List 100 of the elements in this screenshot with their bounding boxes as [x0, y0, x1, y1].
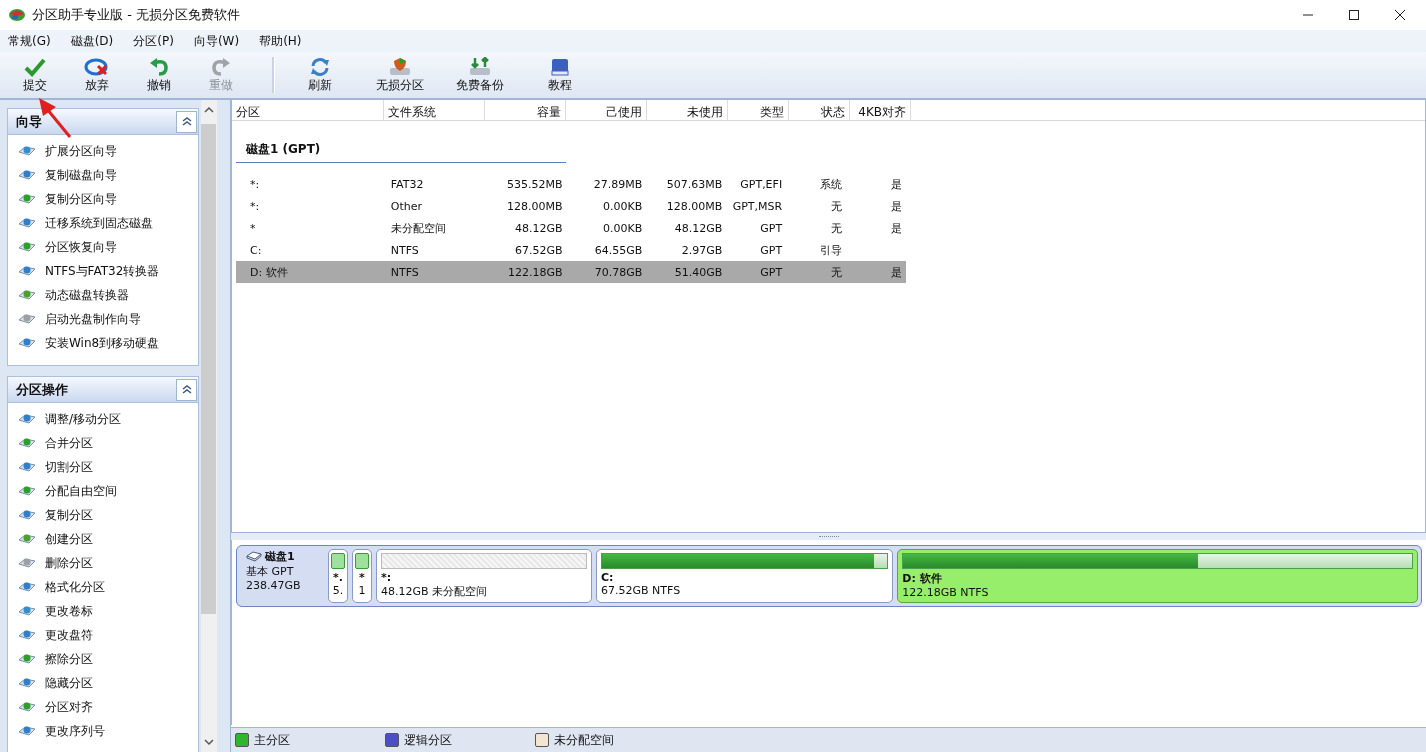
toolbar-button[interactable]: 刷新 [289, 54, 351, 96]
book-icon [549, 56, 571, 77]
menu-item[interactable]: 向导(W) [193, 32, 240, 50]
sidebar-item[interactable]: 动态磁盘转换器 [18, 283, 198, 307]
menu-item[interactable]: 常规(G) [8, 32, 51, 50]
drive-icon [18, 216, 36, 230]
drive-icon [18, 556, 36, 570]
chevron-icon [181, 385, 192, 394]
discard-icon [84, 56, 110, 77]
drive-icon [18, 532, 36, 546]
legend-label: 主分区 [254, 731, 290, 749]
drive-icon [18, 628, 36, 642]
toolbar-button[interactable]: 提交 [10, 54, 60, 96]
sidebar-item[interactable]: 迁移系统到固态磁盘 [18, 211, 198, 235]
sidebar-item[interactable]: 隐藏分区 [18, 671, 198, 695]
partition-detail: 122.18GB NTFS [902, 586, 990, 599]
partition-name: *: [381, 571, 393, 584]
toolbar-button[interactable]: 免费备份 [449, 54, 511, 96]
sidebar-item[interactable]: 安装Win8到移动硬盘 [18, 331, 198, 355]
partition-name: *. [333, 571, 343, 584]
scrollbar[interactable] [201, 100, 217, 752]
column-header[interactable]: 容量 [485, 100, 566, 120]
sidebar-item[interactable]: 切割分区 [18, 455, 198, 479]
sidebar-item[interactable]: 更改序列号 [18, 719, 198, 743]
partition-block[interactable]: * 1 [352, 549, 372, 603]
sidebar-item[interactable]: 分区对齐 [18, 695, 198, 719]
partition-name: C: [601, 571, 615, 584]
close-icon[interactable] [1394, 9, 1406, 21]
collapse-button[interactable] [176, 378, 197, 401]
disk-info[interactable]: 磁盘1 基本 GPT 238.47GB [240, 549, 324, 603]
scroll-thumb[interactable] [201, 124, 216, 614]
legend-label: 未分配空间 [554, 731, 614, 749]
drive-icon [18, 580, 36, 594]
sidebar-item[interactable]: 调整/移动分区 [18, 407, 198, 431]
sidebar-item[interactable]: 格式化分区 [18, 575, 198, 599]
usage-bar [355, 553, 369, 569]
toolbar-button[interactable]: 无损分区 [369, 54, 431, 96]
drive-icon [18, 460, 36, 474]
partition-block[interactable]: D: 软件 122.18GB NTFS [897, 549, 1418, 603]
window-title: 分区助手专业版 - 无损分区免费软件 [32, 6, 240, 24]
toolbar-button[interactable]: 撤销 [134, 54, 184, 96]
column-header[interactable]: 状态 [789, 100, 850, 120]
drive-icon [18, 240, 36, 254]
table-row[interactable]: D: 软件 NTFS 122.18GB 70.78GB 51.40GB GPT 无 是 [236, 261, 906, 283]
disk-group-title: 磁盘1 (GPT) [236, 141, 566, 163]
sidebar-item[interactable]: 复制分区向导 [18, 187, 198, 211]
table-row[interactable]: C: NTFS 67.52GB 64.55GB 2.97GB GPT 引导 [236, 239, 906, 261]
redo-icon [210, 56, 232, 77]
drive-icon [18, 288, 36, 302]
sidebar-item[interactable]: 合并分区 [18, 431, 198, 455]
sidebar-item[interactable]: 扩展分区向导 [18, 139, 198, 163]
sidebar-item[interactable]: 擦除分区 [18, 647, 198, 671]
menu-item[interactable]: 分区(P) [133, 32, 174, 50]
drive-icon [18, 436, 36, 450]
column-header[interactable]: 文件系统 [384, 100, 485, 120]
scroll-up-icon[interactable] [204, 106, 214, 114]
drive-icon [18, 508, 36, 522]
drive-icon [18, 144, 36, 158]
partition-block[interactable]: *. 5. [328, 549, 348, 603]
menu-item[interactable]: 磁盘(D) [70, 32, 114, 50]
app-logo-icon [8, 8, 26, 22]
disk-type: 基本 GPT [246, 564, 295, 579]
partition-name: D: 软件 [902, 571, 943, 586]
partition-detail: 1 [358, 584, 366, 597]
toolbar-button[interactable]: 教程 [529, 54, 591, 96]
partition-block[interactable]: C: 67.52GB NTFS [596, 549, 894, 603]
column-header[interactable]: 分区 [232, 100, 384, 120]
table-row[interactable]: * 未分配空间 48.12GB 0.00KB 48.12GB GPT 无 是 [236, 217, 906, 239]
sidebar-item[interactable]: NTFS与FAT32转换器 [18, 259, 198, 283]
table-row[interactable]: *: FAT32 535.52MB 27.89MB 507.63MB GPT,EFI 系统 是 [236, 173, 906, 195]
usage-bar [331, 553, 345, 569]
drive-icon [18, 484, 36, 498]
column-header[interactable]: 己使用 [566, 100, 647, 120]
checkmark-icon [24, 56, 46, 77]
table-row[interactable]: *: Other 128.00MB 0.00KB 128.00MB GPT,MSR 无 是 [236, 195, 906, 217]
column-header[interactable]: 4KB对齐 [850, 100, 911, 120]
column-header[interactable]: 未使用 [647, 100, 728, 120]
sidebar-item[interactable]: 删除分区 [18, 551, 198, 575]
column-header[interactable]: 类型 [728, 100, 789, 120]
scroll-down-icon[interactable] [204, 738, 214, 746]
sidebar-item[interactable]: 创建分区 [18, 527, 198, 551]
drive-icon [18, 724, 36, 738]
collapse-button[interactable] [176, 110, 197, 133]
partition-detail: 48.12GB 未分配空间 [381, 584, 489, 599]
sidebar-item[interactable]: 复制磁盘向导 [18, 163, 198, 187]
sidebar-item[interactable]: 更改卷标 [18, 599, 198, 623]
partition-block[interactable]: *: 48.12GB 未分配空间 [376, 549, 592, 603]
partition-detail: 5. [332, 584, 344, 597]
disk-size: 238.47GB [246, 579, 302, 592]
menu-item[interactable]: 帮助(H) [259, 32, 302, 50]
sidebar-item[interactable]: 分区恢复向导 [18, 235, 198, 259]
toolbar-button[interactable]: 放弃 [72, 54, 122, 96]
sidebar-item[interactable]: 复制分区 [18, 503, 198, 527]
maximize-icon[interactable] [1348, 9, 1360, 21]
partition-detail: 67.52GB NTFS [601, 584, 682, 597]
sidebar-item[interactable]: 分配自由空间 [18, 479, 198, 503]
sidebar-item[interactable]: 启动光盘制作向导 [18, 307, 198, 331]
sidebar-item[interactable]: 更改盘符 [18, 623, 198, 647]
disk-name: 磁盘1 [265, 549, 295, 564]
drive-arrows-icon [468, 56, 492, 77]
